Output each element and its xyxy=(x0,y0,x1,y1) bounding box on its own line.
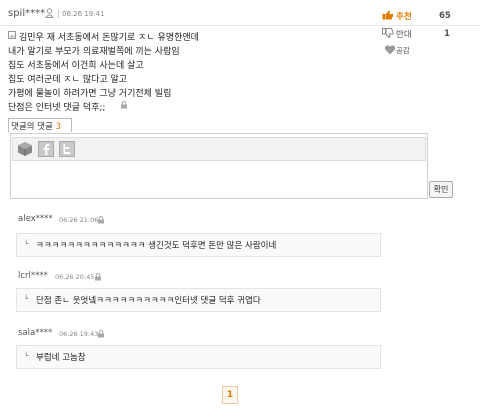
lock-icon xyxy=(121,101,127,109)
cube-share-icon[interactable] xyxy=(17,141,33,157)
reply-arrow-icon: └ xyxy=(24,240,29,248)
image-icon xyxy=(8,31,16,39)
user-icon xyxy=(45,8,54,18)
post-line-3: 집도 서초동에서 이건희 사는데 살고 xyxy=(8,61,144,71)
comment-author[interactable]: sala**** xyxy=(18,328,52,338)
twitter-icon[interactable] xyxy=(59,141,75,157)
share-label[interactable]: 공감 xyxy=(396,45,410,56)
thumbs-up-icon[interactable] xyxy=(382,10,394,20)
lock-icon xyxy=(98,216,104,224)
header-divider xyxy=(58,10,59,18)
oppose-count: 1 xyxy=(444,29,450,39)
post-line-6: 단점은 인터넷 댓글 덕후;; xyxy=(8,103,106,113)
post-line-4: 집도 여러군데 ㅈㄴ 많다고 알고 xyxy=(8,75,128,85)
comment-time: 06.26 20:45 xyxy=(55,273,95,281)
post-time: 06.26 19:41 xyxy=(62,10,105,18)
thumbs-down-icon[interactable] xyxy=(382,28,394,38)
heart-icon[interactable] xyxy=(384,45,396,55)
comment-author[interactable]: alex**** xyxy=(18,214,53,224)
comment-text: ㅋㅋㅋㅋㅋㅋㅋㅋㅋㅋㅋㅋㅋㅋ 생긴것도 덕후면 돈만 많은 사람이네 xyxy=(36,241,277,251)
comments-tab-count: 3 xyxy=(55,122,61,132)
confirm-button[interactable]: 확인 xyxy=(429,181,453,198)
reply-arrow-icon: └ xyxy=(24,295,29,303)
page-button-current[interactable]: 1 xyxy=(222,386,238,404)
comments-tab-label: 댓글의 댓글 xyxy=(11,122,53,132)
comment-time: 06.26 21:06 xyxy=(59,216,99,224)
reply-arrow-icon: └ xyxy=(24,352,29,360)
comment-author[interactable]: lcrl**** xyxy=(18,271,48,281)
comment-time: 06.26 19:43 xyxy=(59,330,99,338)
post-author[interactable]: spil**** xyxy=(8,8,45,19)
post-line-1: 김민우 재 서초동에서 돈많기로 ㅈㄴ 유명한앤데 xyxy=(19,33,199,43)
recommend-label[interactable]: 추천 xyxy=(396,10,412,22)
comment-text: 단점 존ㄴ 웃엇넼ㅋㅋㅋㅋㅋㅋㅋㅋㅋㅋ인터넷 댓글 덕후 귀엽다 xyxy=(36,296,261,306)
oppose-label[interactable]: 반대 xyxy=(396,28,412,40)
comments-tab[interactable]: 댓글의 댓글 3 ▲ xyxy=(8,118,72,141)
facebook-icon[interactable] xyxy=(38,141,54,157)
post-line-5: 가평에 물놀이 하려가면 그냥 거기전체 빌림 xyxy=(8,89,172,99)
post-line-2: 내가 알기로 부모가 의료재벌쪽에 끼는 사람임 xyxy=(8,47,180,57)
comment-text: 부럽네 고놈참 xyxy=(36,353,86,363)
lock-icon xyxy=(98,330,104,338)
lock-icon xyxy=(95,273,101,281)
recommend-count: 65 xyxy=(439,11,451,21)
